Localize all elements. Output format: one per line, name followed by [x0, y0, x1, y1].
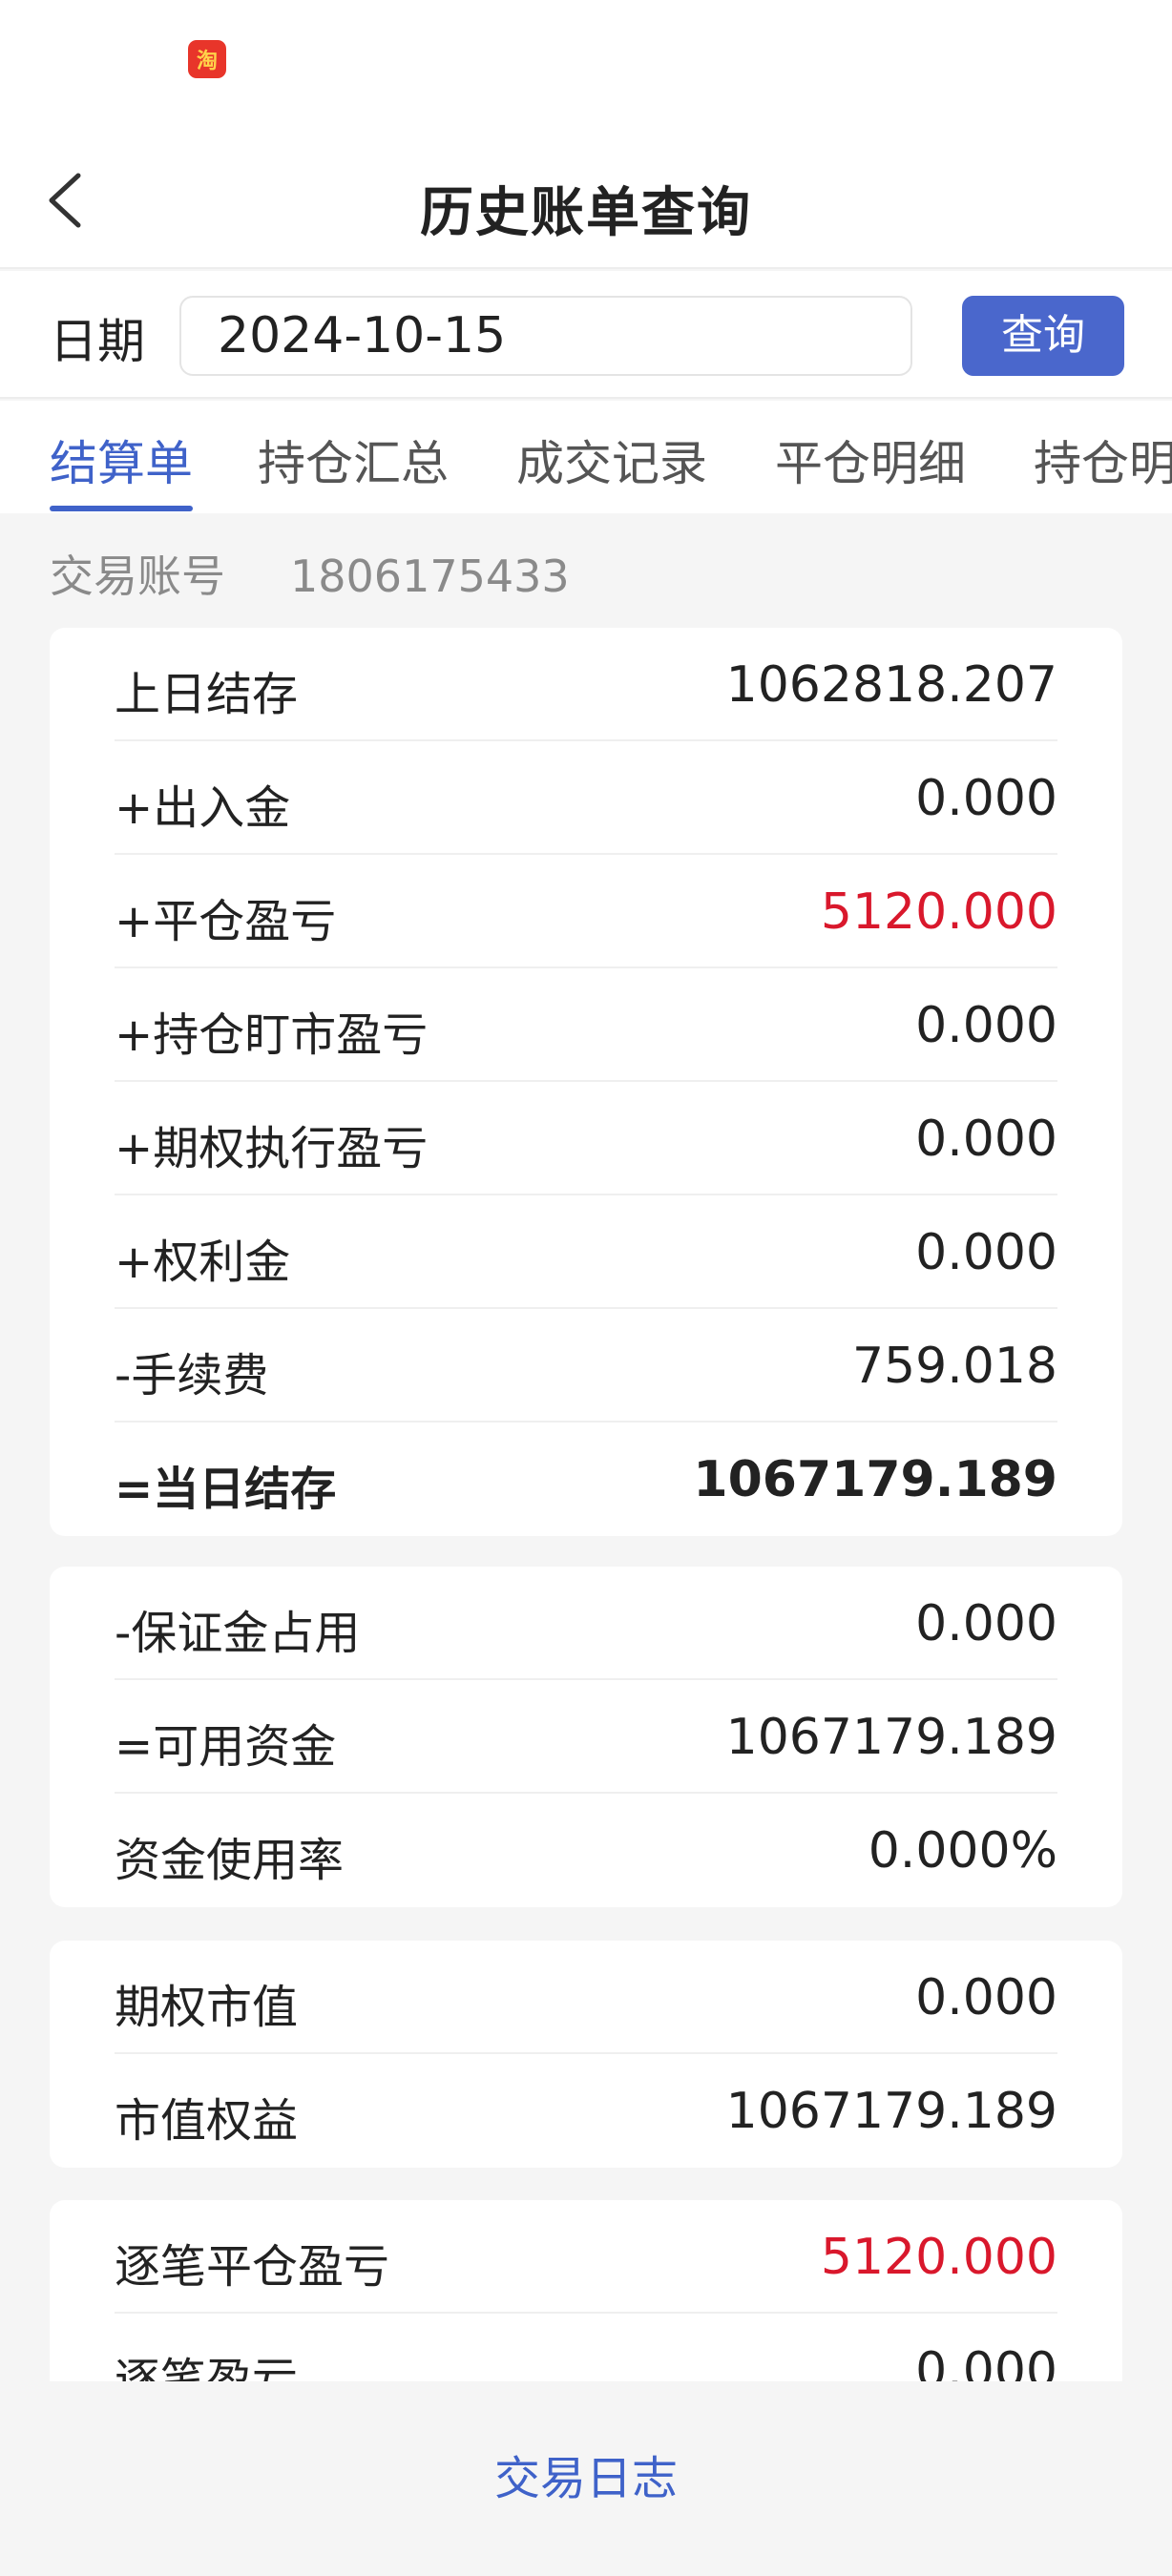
- date-input[interactable]: 2024-10-15: [179, 296, 912, 376]
- list-item: 市值权益 1067179.189: [115, 2083, 1057, 2148]
- list-item: -手续费 759.018: [115, 1309, 1057, 1423]
- tab-settlement[interactable]: 结算单: [50, 426, 193, 494]
- tab-position-details[interactable]: 持仓明: [1034, 426, 1172, 494]
- status-bar: 淘: [0, 0, 1172, 134]
- statement-scroll-area[interactable]: 上日结存 1062818.207 +出入金 0.000 +平仓盈亏 5120.000 …: [0, 620, 1172, 2381]
- list-item-total: =当日结存 1067179.189: [115, 1451, 1057, 1516]
- date-label: 日期: [50, 314, 145, 369]
- list-item: 期权市值 0.000: [115, 1941, 1057, 2054]
- margin-card: -保证金占用 0.000 =可用资金 1067179.189 资金使用率 0.000%: [50, 1567, 1122, 1907]
- bottom-bar: 交易日志: [0, 2381, 1172, 2576]
- tab-position-summary[interactable]: 持仓汇总: [258, 426, 449, 494]
- tab-trade-records[interactable]: 成交记录: [516, 426, 707, 494]
- list-item: =可用资金 1067179.189: [115, 1680, 1057, 1794]
- account-label: 交易账号: [50, 551, 225, 602]
- trade-pnl-card: 逐笔平仓盈亏 5120.000 逐笔盈亏 0.000: [50, 2200, 1122, 2381]
- list-item: +权利金 0.000: [115, 1195, 1057, 1309]
- list-item: +平仓盈亏 5120.000: [115, 855, 1057, 968]
- account-info: 交易账号 1806175433: [50, 542, 570, 605]
- trade-log-link[interactable]: 交易日志: [0, 2441, 1172, 2507]
- market-value-card: 期权市值 0.000 市值权益 1067179.189: [50, 1941, 1122, 2168]
- list-item: -保证金占用 0.000: [115, 1567, 1057, 1680]
- settlement-card: 上日结存 1062818.207 +出入金 0.000 +平仓盈亏 5120.000 …: [50, 628, 1122, 1536]
- nav-bar: 历史账单查询: [0, 134, 1172, 269]
- tab-close-details[interactable]: 平仓明细: [775, 426, 966, 494]
- tab-bar: 结算单 持仓汇总 成交记录 平仓明细 持仓明: [0, 401, 1172, 513]
- list-item: +持仓盯市盈亏 0.000: [115, 968, 1057, 1082]
- list-item: 上日结存 1062818.207: [115, 628, 1057, 741]
- list-item: 资金使用率 0.000%: [115, 1822, 1057, 1887]
- list-item: +出入金 0.000: [115, 741, 1057, 855]
- list-item: +期权执行盈亏 0.000: [115, 1082, 1057, 1195]
- taobao-app-icon: 淘: [188, 40, 226, 78]
- query-button[interactable]: 查询: [962, 296, 1124, 376]
- page-title: 历史账单查询: [420, 182, 752, 244]
- active-tab-indicator: [50, 506, 193, 511]
- list-item: 逐笔盈亏 0.000: [115, 2342, 1057, 2381]
- date-filter: 日期 2024-10-15 查询: [0, 271, 1172, 399]
- list-item: 逐笔平仓盈亏 5120.000: [115, 2200, 1057, 2314]
- account-number: 1806175433: [290, 551, 570, 602]
